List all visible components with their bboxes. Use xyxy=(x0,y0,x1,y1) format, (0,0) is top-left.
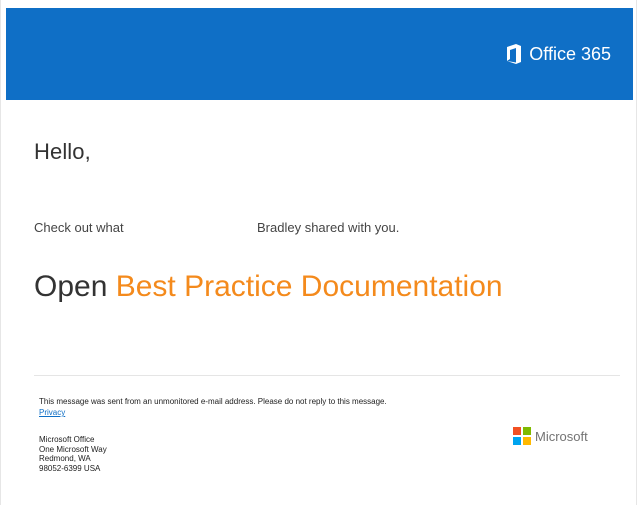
email-frame: Office 365 Hello, Check out what Bradley… xyxy=(0,0,637,505)
greeting-text: Hello, xyxy=(34,139,91,164)
microsoft-logo-red-square xyxy=(513,427,521,435)
share-message: Check out what Bradley shared with you. xyxy=(34,220,454,238)
footer-divider xyxy=(34,375,620,376)
microsoft-address: Microsoft Office One Microsoft Way Redmo… xyxy=(39,435,479,473)
email-footer: This message was sent from an unmonitore… xyxy=(39,397,479,473)
microsoft-logo-blue-square xyxy=(513,437,521,445)
microsoft-logo-green-square xyxy=(523,427,531,435)
office-header-bar: Office 365 xyxy=(6,8,633,100)
document-link[interactable]: Best Practice Documentation xyxy=(116,270,503,303)
office-365-label: Office 365 xyxy=(529,44,611,64)
address-line: 98052-6399 USA xyxy=(39,463,101,473)
microsoft-brand: Microsoft xyxy=(513,427,588,445)
microsoft-logo-yellow-square xyxy=(523,437,531,445)
address-line: Redmond, WA xyxy=(39,454,91,463)
share-prefix-text: Check out what xyxy=(34,220,124,235)
privacy-link[interactable]: Privacy xyxy=(39,408,65,418)
open-label: Open xyxy=(34,270,108,303)
unmonitored-notice: This message was sent from an unmonitore… xyxy=(39,397,387,406)
microsoft-label: Microsoft xyxy=(535,428,588,444)
office-365-brand: Office 365 xyxy=(506,44,611,64)
microsoft-logo-icon xyxy=(513,427,531,445)
share-suffix-text: Bradley shared with you. xyxy=(257,220,400,235)
office-logo-icon xyxy=(506,44,522,64)
open-document-heading: Open Best Practice Documentation xyxy=(34,269,503,305)
address-line: Microsoft Office xyxy=(39,435,95,444)
address-line: One Microsoft Way xyxy=(39,444,107,454)
